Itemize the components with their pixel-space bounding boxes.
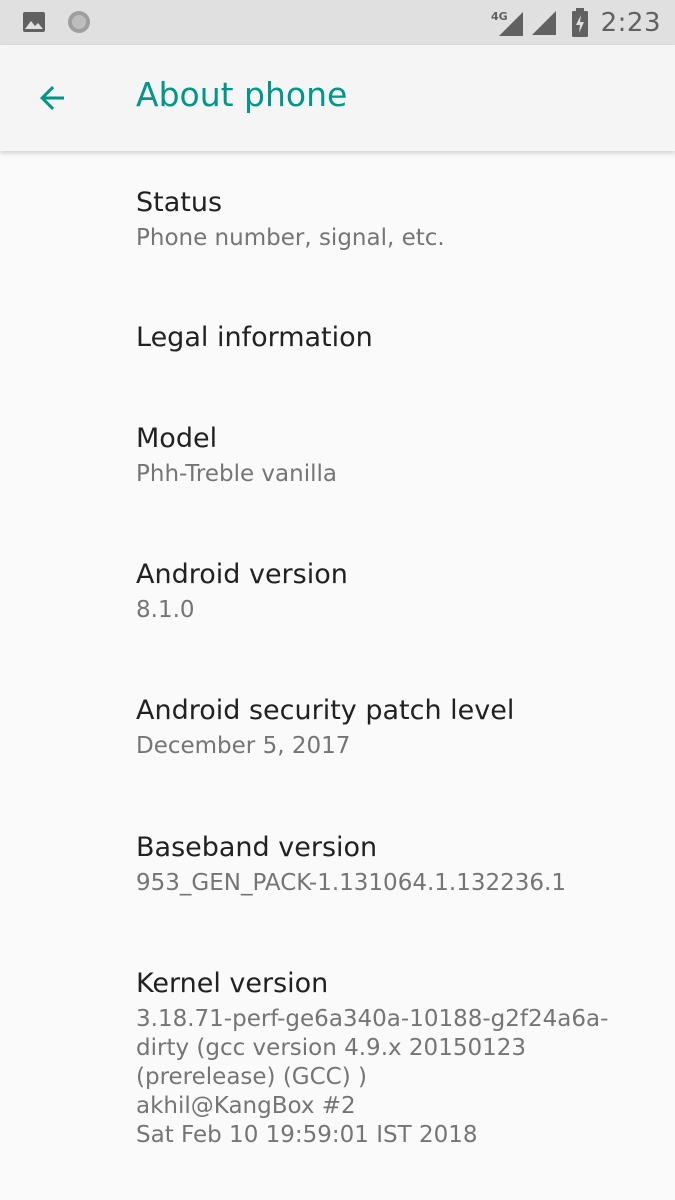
pref-summary: Phh-Treble vanilla	[136, 461, 337, 487]
status-bar: 4G 2:23	[0, 0, 675, 45]
app-bar: About phone	[0, 45, 675, 151]
pref-item-legal-information[interactable]: Legal information	[0, 320, 675, 356]
pref-summary: 3.18.71-perf-ge6a340a-10188-g2f24a6a- di…	[136, 1006, 609, 1148]
pref-title: Android security patch level	[136, 695, 515, 726]
pref-title: Baseband version	[136, 832, 378, 863]
page-title: About phone	[136, 75, 348, 114]
about-phone-list: Status Phone number, signal, etc. Legal …	[0, 151, 675, 1200]
4g-icon: 4G	[491, 10, 523, 36]
pref-title: Android version	[136, 559, 348, 590]
pref-summary: 8.1.0	[136, 597, 195, 623]
pref-item-status[interactable]: Status Phone number, signal, etc.	[0, 185, 675, 253]
network-label: 4G	[491, 10, 508, 23]
pref-item-android-version[interactable]: Android version 8.1.0	[0, 557, 675, 625]
pref-item-baseband-version[interactable]: Baseband version 953_GEN_PACK-1.131064.1…	[0, 830, 675, 898]
image-notification-icon	[23, 12, 45, 32]
pref-title: Kernel version	[136, 968, 329, 999]
pref-title: Model	[136, 423, 218, 454]
status-icons: 4G 2:23	[491, 0, 661, 45]
pref-title: Status	[136, 187, 223, 218]
pref-summary: 953_GEN_PACK-1.131064.1.132236.1	[136, 870, 566, 896]
pref-item-security-patch-level[interactable]: Android security patch level December 5,…	[0, 693, 675, 761]
back-button[interactable]	[24, 73, 80, 123]
clock-time: 2:23	[600, 7, 661, 38]
battery-charging-icon	[571, 7, 588, 37]
pref-item-kernel-version[interactable]: Kernel version 3.18.71-perf-ge6a340a-101…	[0, 966, 675, 1150]
pref-summary: Phone number, signal, etc.	[136, 225, 445, 251]
circle-notification-icon	[68, 11, 90, 33]
pref-summary: December 5, 2017	[136, 733, 351, 759]
pref-item-model[interactable]: Model Phh-Treble vanilla	[0, 421, 675, 489]
pref-title: Legal information	[136, 322, 373, 353]
signal-icon	[531, 10, 556, 35]
arrow-back-icon	[40, 86, 64, 110]
